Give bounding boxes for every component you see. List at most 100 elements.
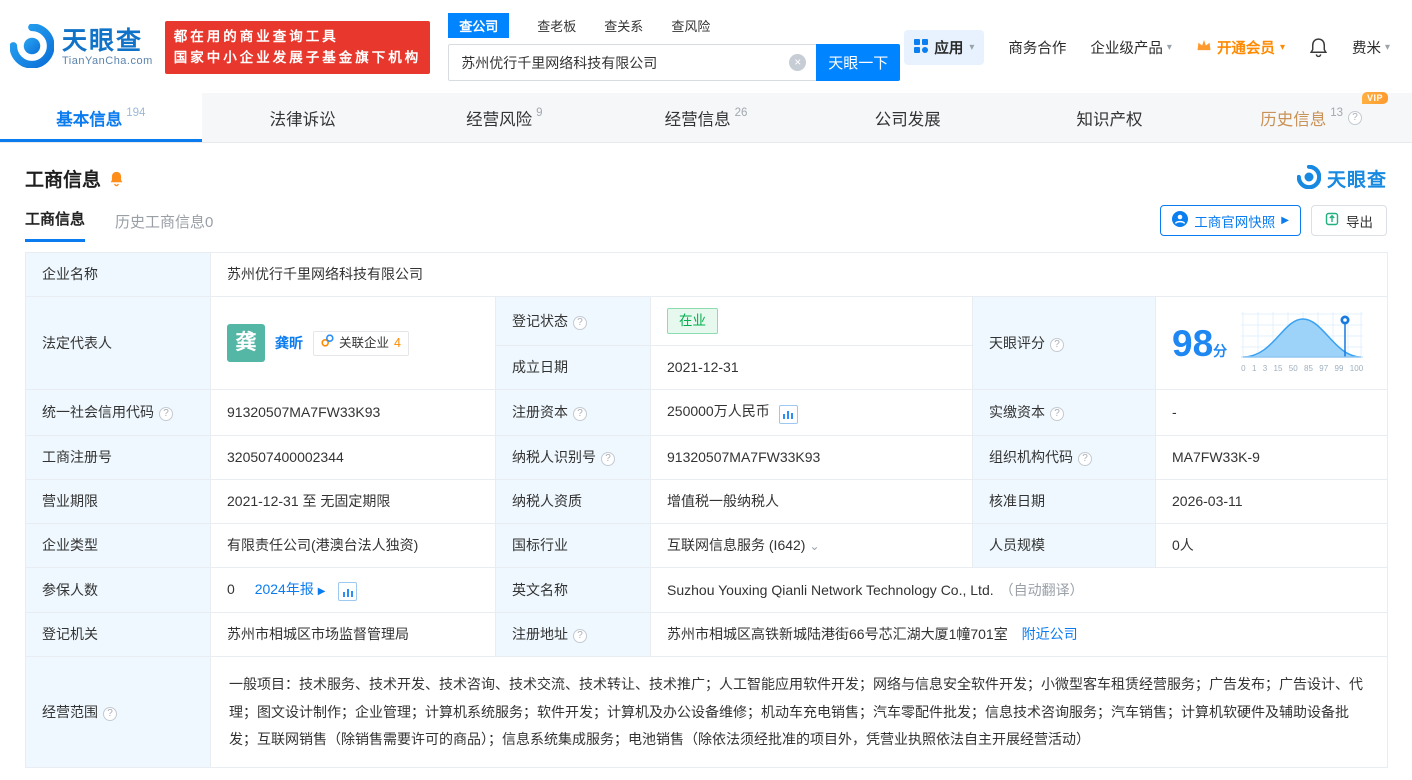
table-row: 登记机关 苏州市相城区市场监督管理局 注册地址? 苏州市相城区高铁新城陆港街66… <box>25 612 1389 658</box>
tab-basic-info[interactable]: 基本信息 194 <box>0 93 202 142</box>
legal-rep-avatar[interactable]: 龚 <box>227 324 265 363</box>
search-tab-risk[interactable]: 查风险 <box>671 13 710 38</box>
value-reg-status: 在业 <box>650 295 973 347</box>
tianyancha-logo-icon <box>1296 164 1322 192</box>
user-name: 费米 <box>1351 41 1381 57</box>
search-tab-company[interactable]: 查公司 <box>448 13 510 38</box>
legal-rep-link[interactable]: 龚昕 <box>275 333 303 354</box>
apps-label: 应用 <box>934 41 964 57</box>
open-vip-button[interactable]: 开通会员 ▾ <box>1196 37 1285 58</box>
tab-count: 194 <box>126 106 146 119</box>
promo-banner: 都在用的商业查询工具 国家中小企业发展子基金旗下机构 <box>164 20 431 75</box>
label-credit-code: 统一社会信用代码? <box>25 389 211 436</box>
label-reg-status: 登记状态? <box>495 295 651 347</box>
help-icon[interactable]: ? <box>573 315 587 330</box>
label-approval-date: 核准日期 <box>972 478 1156 524</box>
annual-report-link[interactable]: 2024年报 ▶ <box>255 581 326 597</box>
menu-enterprise-products[interactable]: 企业级产品 ▾ <box>1090 37 1172 58</box>
user-menu[interactable]: 费米 ▾ <box>1352 37 1390 58</box>
help-icon[interactable]: ? <box>1348 110 1363 125</box>
value-taxpayer-quality: 增值税一般纳税人 <box>650 478 973 524</box>
tab-count: 9 <box>536 106 543 119</box>
search-tab-relation[interactable]: 查关系 <box>604 13 643 38</box>
subtab-business-info[interactable]: 工商信息 <box>25 208 86 242</box>
table-row: 经营范围? 一般项目：技术服务、技术开发、技术咨询、技术交流、技术转让、技术推广… <box>25 656 1389 769</box>
status-badge: 在业 <box>667 308 718 335</box>
caret-down-icon: ▾ <box>1166 42 1172 53</box>
label-legal-rep: 法定代表人 <box>25 295 211 391</box>
promo-banner-line1: 都在用的商业查询工具 <box>173 28 339 44</box>
help-icon[interactable]: ? <box>1050 337 1064 352</box>
label-address: 注册地址? <box>495 612 651 658</box>
score-axis-labels: 013 15 50 85 97 99 100 <box>1241 363 1364 373</box>
value-approval-date: 2026-03-11 <box>1154 478 1389 524</box>
tianyancha-logo[interactable]: 天眼查 TianYanCha.com <box>9 23 153 71</box>
tab-count: 13 <box>1330 106 1344 119</box>
label-company-type: 企业类型 <box>25 522 211 568</box>
score-distribution-chart[interactable]: 013 15 50 85 97 99 100 <box>1241 311 1364 375</box>
label-taxpayer-quality: 纳税人资质 <box>495 478 651 524</box>
subtab-history-business-info[interactable]: 历史工商信息0 <box>115 211 213 242</box>
caret-down-icon: ▾ <box>969 42 975 53</box>
link-icon <box>321 334 334 353</box>
capital-history-icon[interactable] <box>778 404 798 424</box>
company-detail-nav: 基本信息 194 法律诉讼 经营风险 9 经营信息 26 公司发展 知识产权 V… <box>0 91 1412 143</box>
search-button[interactable]: 天眼一下 <box>816 44 901 81</box>
tab-legal-proceedings[interactable]: 法律诉讼 <box>202 93 404 142</box>
top-bar: 天眼查 TianYanCha.com 都在用的商业查询工具 国家中小企业发展子基… <box>0 0 1412 93</box>
label-registry: 登记机关 <box>25 612 211 658</box>
score-value[interactable]: 98 <box>1172 323 1213 364</box>
help-icon[interactable]: ? <box>103 706 117 721</box>
apps-menu-button[interactable]: 应用 ▾ <box>904 30 985 65</box>
help-icon[interactable]: ? <box>1078 451 1092 466</box>
export-icon <box>1325 212 1339 229</box>
label-taxpayer-id: 纳税人识别号? <box>495 434 651 480</box>
crown-icon <box>1196 39 1212 56</box>
value-insured-count: 0 2024年报 ▶ <box>210 566 496 614</box>
official-snapshot-button[interactable]: 工商官网快照 ▶ <box>1160 205 1301 236</box>
related-companies-badge[interactable]: 关联企业 4 <box>313 330 409 356</box>
value-paid-capital: - <box>1154 389 1389 436</box>
vip-badge: VIP <box>1362 91 1389 104</box>
tab-intellectual-property[interactable]: 知识产权 <box>1009 93 1211 142</box>
label-staff-size: 人员规模 <box>972 522 1156 568</box>
subscribe-bell-icon[interactable] <box>109 170 124 187</box>
nearby-companies-link[interactable]: 附近公司 <box>1022 626 1078 642</box>
table-row: 统一社会信用代码? 91320507MA7FW33K93 注册资本? 25000… <box>25 389 1389 436</box>
value-credit-code: 91320507MA7FW33K93 <box>210 389 496 436</box>
notification-bell-icon[interactable] <box>1309 37 1328 58</box>
tab-history-info[interactable]: VIP 历史信息 13 ? <box>1210 91 1412 142</box>
value-tianyan-score: 98分 0 1 3 15 50 85 97 99 100 <box>1154 295 1389 391</box>
promo-banner-line2: 国家中小企业发展子基金旗下机构 <box>173 49 422 65</box>
business-info-table: 企业名称 苏州优行千里网络科技有限公司 法定代表人 龚 龚昕 关联企业 4 登记… <box>25 252 1389 769</box>
table-row: 企业名称 苏州优行千里网络科技有限公司 <box>25 252 1389 297</box>
caret-down-icon: ▾ <box>1279 42 1285 53</box>
search-area: 查公司 查老板 查关系 查风险 × 天眼一下 <box>448 13 901 81</box>
value-company-name: 苏州优行千里网络科技有限公司 <box>209 252 1389 297</box>
insured-history-icon[interactable] <box>338 582 358 602</box>
label-org-code: 组织机构代码? <box>972 434 1156 480</box>
tianyancha-logo-icon <box>9 23 55 71</box>
tab-company-development[interactable]: 公司发展 <box>807 93 1009 142</box>
caret-down-icon: ▾ <box>1384 42 1390 53</box>
menu-business-cooperation[interactable]: 商务合作 <box>1008 37 1066 58</box>
help-icon[interactable]: ? <box>1050 407 1064 421</box>
value-org-code: MA7FW33K-9 <box>1154 434 1389 480</box>
export-button[interactable]: 导出 <box>1311 205 1387 236</box>
help-icon[interactable]: ? <box>573 407 587 421</box>
search-tab-boss[interactable]: 查老板 <box>537 13 576 38</box>
value-registry: 苏州市相城区市场监督管理局 <box>210 612 496 658</box>
apps-grid-icon <box>914 38 929 57</box>
search-tabs: 查公司 查老板 查关系 查风险 <box>448 13 900 38</box>
search-input[interactable] <box>448 44 817 81</box>
help-icon[interactable]: ? <box>159 407 173 421</box>
label-establish-date: 成立日期 <box>495 345 651 391</box>
value-establish-date: 2021-12-31 <box>650 345 973 391</box>
tab-operation-risk[interactable]: 经营风险 9 <box>403 93 605 142</box>
tab-operation-info[interactable]: 经营信息 26 <box>605 93 807 142</box>
score-unit: 分 <box>1213 342 1228 359</box>
help-icon[interactable]: ? <box>573 629 587 644</box>
help-icon[interactable]: ? <box>601 451 615 466</box>
chevron-down-icon[interactable]: ⌄ <box>809 539 819 553</box>
table-row: 参保人数 0 2024年报 ▶ 英文名称 Suzhou Youxing Qian… <box>25 566 1389 614</box>
